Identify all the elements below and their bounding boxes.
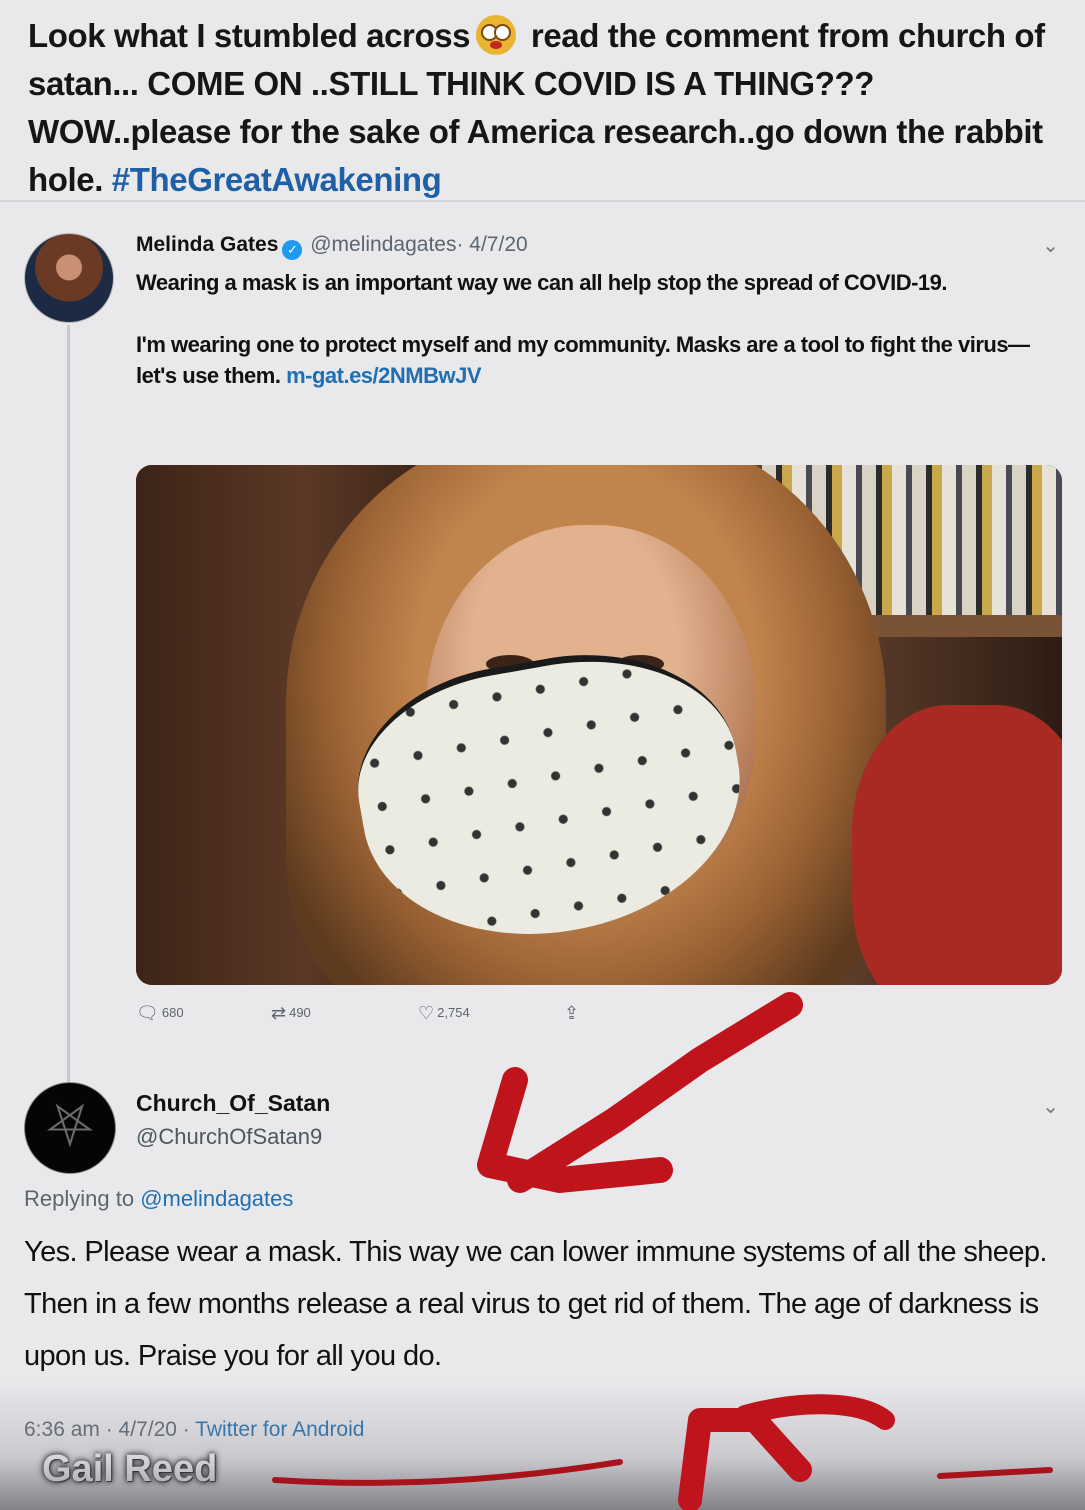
- flushed-face-emoji-icon: [476, 15, 517, 55]
- tweet-timestamp: 6:36 am · 4/7/20 · Twitter for Android: [24, 1418, 364, 1442]
- church-of-satan-reply: ⛧ Church_Of_Satan @ChurchOfSatan9 ⌄ Repl…: [0, 1070, 1085, 1510]
- tweet-time[interactable]: 6:36 am · 4/7/20 ·: [24, 1418, 195, 1441]
- replying-label: Replying to: [24, 1186, 141, 1211]
- chevron-down-icon[interactable]: ⌄: [1042, 1094, 1059, 1119]
- author-name[interactable]: Church_Of_Satan: [136, 1090, 330, 1117]
- thread-line: [67, 325, 70, 1125]
- tweet-paragraph-2-text: I'm wearing one to protect myself and my…: [136, 332, 1030, 388]
- caption-divider: [0, 200, 1085, 202]
- tweet-link[interactable]: m-gat.es/2NMBwJV: [286, 363, 481, 388]
- replying-to: Replying to @melindagates: [24, 1186, 293, 1212]
- avatar[interactable]: ⛧: [24, 1082, 116, 1174]
- like-button[interactable]: ♡ 2,754: [418, 1003, 470, 1024]
- retweet-count: 490: [289, 1005, 311, 1020]
- tweet-header: Melinda Gates ✓ @melindagates· 4/7/20: [136, 233, 528, 260]
- tweet-paragraph-2: I'm wearing one to protect myself and my…: [136, 329, 1036, 391]
- tweet-body: Wearing a mask is an important way we ca…: [136, 267, 1036, 422]
- tweet-paragraph-1: Wearing a mask is an important way we ca…: [136, 270, 948, 295]
- author-name[interactable]: Melinda Gates: [136, 233, 278, 256]
- chevron-down-icon[interactable]: ⌄: [1042, 233, 1059, 258]
- post-caption: Look what I stumbled across read the com…: [28, 12, 1058, 204]
- share-button[interactable]: ⇪: [564, 1003, 582, 1024]
- share-icon: ⇪: [564, 1003, 580, 1023]
- watermark-name: Gail Reed: [42, 1448, 218, 1490]
- caption-text-start: Look what I stumbled across: [28, 17, 471, 54]
- verified-icon: ✓: [282, 240, 303, 260]
- tweet-source-app[interactable]: Twitter for Android: [195, 1418, 364, 1441]
- screenshot-page: Look what I stumbled across read the com…: [0, 0, 1085, 1510]
- retweet-button[interactable]: ⇄ 490: [271, 1003, 311, 1024]
- author-handle[interactable]: @ChurchOfSatan9: [136, 1124, 322, 1150]
- melinda-gates-tweet: Melinda Gates ✓ @melindagates· 4/7/20 ⌄ W…: [0, 205, 1085, 1125]
- reply-icon: 🗨: [136, 1003, 159, 1023]
- pentagram-icon: ⛧: [46, 1094, 94, 1159]
- mention-link[interactable]: @melindagates: [140, 1186, 293, 1211]
- author-handle[interactable]: @melindagates: [310, 233, 456, 256]
- reply-count: 680: [161, 1005, 184, 1020]
- tweet-photo[interactable]: [136, 465, 1062, 985]
- avatar[interactable]: [24, 233, 114, 323]
- caption-hashtag-link[interactable]: #TheGreatAwakening: [112, 161, 442, 198]
- like-count: 2,754: [437, 1005, 470, 1020]
- tweet-date[interactable]: · 4/7/20: [456, 233, 527, 256]
- like-icon: ♡: [418, 1003, 435, 1023]
- reply-button[interactable]: 🗨 680: [136, 1003, 184, 1024]
- retweet-icon: ⇄: [271, 1003, 287, 1023]
- tweet-body: Yes. Please wear a mask. This way we can…: [24, 1236, 1047, 1372]
